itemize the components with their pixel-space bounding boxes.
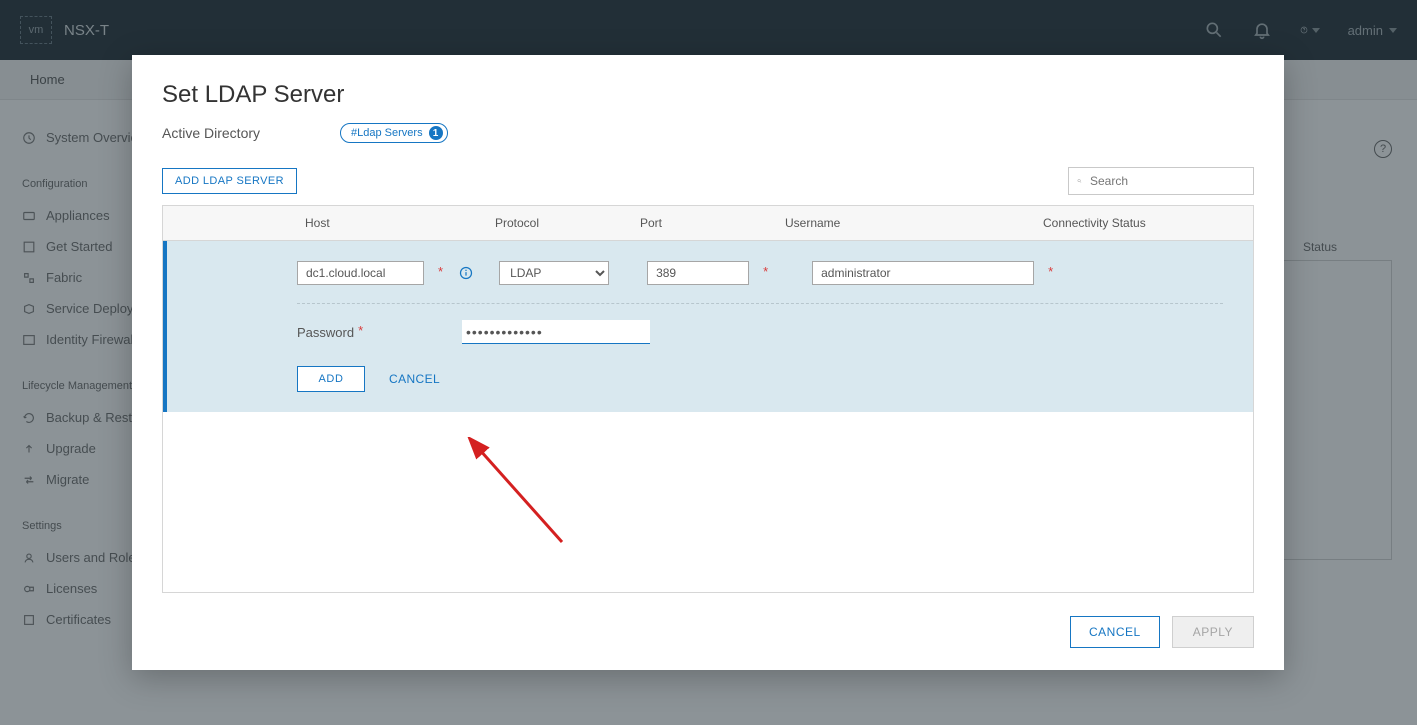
set-ldap-server-modal: Set LDAP Server Active Directory #Ldap S… bbox=[132, 55, 1284, 670]
host-input[interactable] bbox=[297, 261, 424, 285]
password-label: Password* bbox=[297, 325, 452, 340]
col-port: Port bbox=[628, 206, 773, 240]
col-host: Host bbox=[293, 206, 483, 240]
search-field[interactable] bbox=[1068, 167, 1254, 195]
modal-apply-button: APPLY bbox=[1172, 616, 1254, 648]
cancel-row-button[interactable]: CANCEL bbox=[389, 372, 440, 386]
modal-subtitle: Active Directory bbox=[162, 125, 260, 141]
modal-title: Set LDAP Server bbox=[162, 81, 1254, 109]
col-connectivity: Connectivity Status bbox=[1031, 206, 1253, 240]
chip-label: #Ldap Servers bbox=[351, 127, 423, 139]
required-indicator: * bbox=[438, 264, 443, 279]
col-username: Username bbox=[773, 206, 1031, 240]
search-icon bbox=[1077, 174, 1082, 188]
add-button[interactable]: ADD bbox=[297, 366, 365, 392]
required-indicator: * bbox=[763, 264, 768, 279]
modal-cancel-button[interactable]: CANCEL bbox=[1070, 616, 1160, 648]
col-protocol: Protocol bbox=[483, 206, 628, 240]
grid-empty-space bbox=[163, 412, 1253, 592]
ldap-servers-grid: Host Protocol Port Username Connectivity… bbox=[162, 205, 1254, 593]
modal-footer: CANCEL APPLY bbox=[162, 606, 1254, 652]
info-icon[interactable] bbox=[459, 266, 473, 280]
password-input[interactable] bbox=[462, 320, 650, 344]
grid-header: Host Protocol Port Username Connectivity… bbox=[163, 206, 1253, 241]
username-input[interactable] bbox=[812, 261, 1034, 285]
modal-overlay: Set LDAP Server Active Directory #Ldap S… bbox=[0, 0, 1417, 725]
search-input[interactable] bbox=[1090, 174, 1245, 188]
add-ldap-server-button[interactable]: ADD LDAP SERVER bbox=[162, 168, 297, 194]
port-input[interactable] bbox=[647, 261, 749, 285]
ldap-servers-chip[interactable]: #Ldap Servers 1 bbox=[340, 123, 448, 143]
chip-count: 1 bbox=[429, 126, 443, 140]
ldap-server-edit-row: * LDAP * * bbox=[163, 241, 1253, 412]
required-indicator: * bbox=[1048, 264, 1053, 279]
separator bbox=[297, 303, 1223, 304]
protocol-select[interactable]: LDAP bbox=[499, 261, 609, 285]
